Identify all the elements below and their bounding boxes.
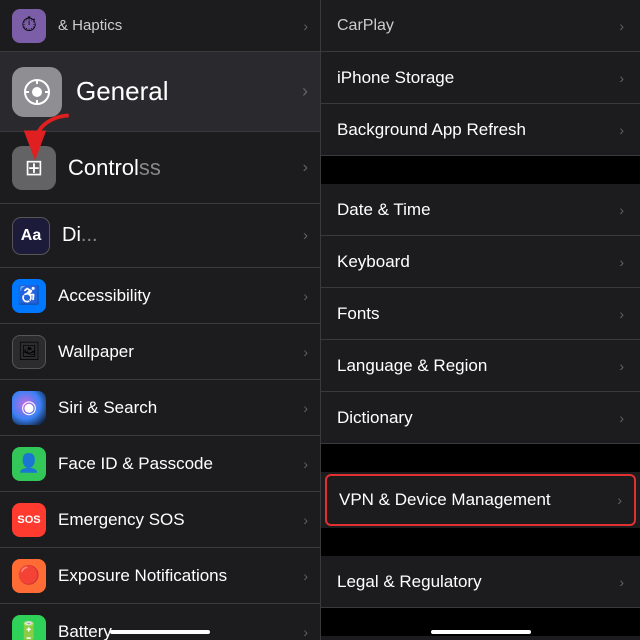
chevron-icon: ›: [619, 574, 624, 590]
chevron-icon: ›: [303, 456, 308, 472]
sidebar-item-screen-time[interactable]: ⏱ & Haptics ›: [0, 0, 320, 52]
language-label: Language & Region: [337, 356, 619, 376]
keyboard-label: Keyboard: [337, 252, 619, 272]
chevron-icon: ›: [619, 358, 624, 374]
chevron-icon: ›: [619, 254, 624, 270]
chevron-icon: ›: [302, 81, 308, 102]
home-indicator-right: [431, 630, 531, 634]
sidebar-item-display[interactable]: Aa Di... ›: [0, 204, 320, 268]
dictionary-label: Dictionary: [337, 408, 619, 428]
battery-icon: 🔋: [12, 615, 46, 640]
general-label: General: [76, 76, 302, 107]
sidebar-item-sos[interactable]: SOS Emergency SOS ›: [0, 492, 320, 548]
faceid-label: Face ID & Passcode: [58, 454, 303, 474]
exposure-label: Exposure Notifications: [58, 566, 303, 586]
section-divider-2: [321, 444, 640, 472]
right-panel: CarPlay › iPhone Storage › Background Ap…: [320, 0, 640, 640]
carplay-label: CarPlay: [337, 17, 619, 35]
chevron-icon: ›: [619, 122, 624, 138]
chevron-icon: ›: [303, 288, 308, 304]
right-item-carplay[interactable]: CarPlay ›: [321, 0, 640, 52]
siri-label: Siri & Search: [58, 398, 303, 418]
chevron-icon: ›: [619, 70, 624, 86]
sidebar-item-siri[interactable]: ◉ Siri & Search ›: [0, 380, 320, 436]
fonts-label: Fonts: [337, 304, 619, 324]
right-item-iphone-storage[interactable]: iPhone Storage ›: [321, 52, 640, 104]
chevron-icon: ›: [619, 202, 624, 218]
legal-label: Legal & Regulatory: [337, 572, 619, 592]
sidebar-item-battery[interactable]: 🔋 Battery ›: [0, 604, 320, 640]
chevron-icon: ›: [303, 624, 308, 640]
exposure-icon: 🔴: [12, 559, 46, 593]
sidebar-item-general[interactable]: General ›: [0, 52, 320, 132]
right-item-fonts[interactable]: Fonts ›: [321, 288, 640, 340]
right-item-transfer[interactable]: Transfer or Reset iPhone ›: [321, 636, 640, 640]
chevron-icon: ›: [303, 18, 308, 34]
display-icon: Aa: [12, 217, 50, 255]
iphone-storage-label: iPhone Storage: [337, 68, 619, 88]
chevron-icon: ›: [619, 18, 624, 34]
chevron-icon: ›: [303, 159, 308, 177]
right-item-dictionary[interactable]: Dictionary ›: [321, 392, 640, 444]
sidebar-item-faceid[interactable]: 👤 Face ID & Passcode ›: [0, 436, 320, 492]
general-icon: [12, 67, 62, 117]
display-label: Di...: [62, 224, 303, 247]
accessibility-label: Accessibility: [58, 286, 303, 306]
sidebar-item-wallpaper[interactable]: 🖼 Wallpaper ›: [0, 324, 320, 380]
faceid-icon: 👤: [12, 447, 46, 481]
control-center-icon: ⊞: [12, 146, 56, 190]
chevron-icon: ›: [619, 410, 624, 426]
sos-icon: SOS: [12, 503, 46, 537]
section-divider: [321, 156, 640, 184]
screen-time-sublabel: & Haptics: [58, 17, 303, 34]
left-panel: ⏱ & Haptics ›: [0, 0, 320, 640]
wallpaper-label: Wallpaper: [58, 342, 303, 362]
sidebar-item-control[interactable]: ⊞ Controlss ›: [0, 132, 320, 204]
right-item-date-time[interactable]: Date & Time ›: [321, 184, 640, 236]
vpn-label: VPN & Device Management: [339, 490, 617, 510]
sidebar-item-exposure[interactable]: 🔴 Exposure Notifications ›: [0, 548, 320, 604]
chevron-icon: ›: [303, 400, 308, 416]
section-divider-3: [321, 528, 640, 556]
chevron-icon: ›: [303, 512, 308, 528]
bg-refresh-label: Background App Refresh: [337, 120, 619, 140]
chevron-icon: ›: [303, 227, 308, 244]
sos-label: Emergency SOS: [58, 510, 303, 530]
sidebar-item-accessibility[interactable]: ♿ Accessibility ›: [0, 268, 320, 324]
chevron-icon: ›: [617, 492, 622, 508]
right-item-vpn[interactable]: VPN & Device Management ›: [325, 474, 636, 526]
right-item-language[interactable]: Language & Region ›: [321, 340, 640, 392]
right-item-keyboard[interactable]: Keyboard ›: [321, 236, 640, 288]
right-item-bg-refresh[interactable]: Background App Refresh ›: [321, 104, 640, 156]
screen-time-icon: ⏱: [12, 9, 46, 43]
siri-icon: ◉: [12, 391, 46, 425]
control-label: Controlss: [68, 155, 303, 181]
wallpaper-icon: 🖼: [12, 335, 46, 369]
accessibility-icon: ♿: [12, 279, 46, 313]
chevron-icon: ›: [303, 344, 308, 360]
right-item-legal[interactable]: Legal & Regulatory ›: [321, 556, 640, 608]
chevron-icon: ›: [303, 568, 308, 584]
home-indicator-left: [110, 630, 210, 634]
date-time-label: Date & Time: [337, 200, 619, 220]
chevron-icon: ›: [619, 306, 624, 322]
